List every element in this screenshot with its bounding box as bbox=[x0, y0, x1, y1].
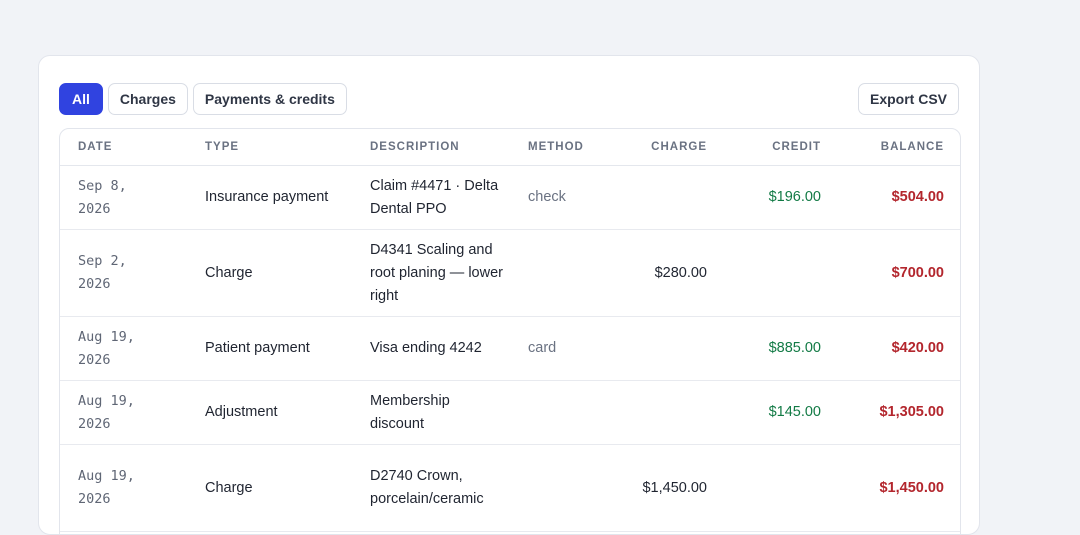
row-balance: $504.00 bbox=[821, 165, 960, 230]
row-description: D4341 Scaling and root planing — lower r… bbox=[370, 229, 528, 317]
table-row[interactable]: Aug 19, 2026 Charge D2740 Crown, porcela… bbox=[60, 444, 960, 532]
row-description: Visa ending 4242 bbox=[370, 316, 528, 381]
row-date: Sep 2, 2026 bbox=[78, 253, 127, 292]
row-method bbox=[528, 229, 623, 317]
row-charge bbox=[623, 316, 707, 381]
row-charge bbox=[623, 380, 707, 445]
row-date: Aug 19, 2026 bbox=[78, 392, 135, 432]
ledger-table-container: DATE TYPE DESCRIPTION METHOD CHARGE CRED… bbox=[59, 128, 961, 534]
row-balance: $1,450.00 bbox=[821, 444, 960, 532]
tab-charges[interactable]: Charges bbox=[107, 83, 188, 115]
table-row[interactable]: Aug 19, 2026 Patient payment Visa ending… bbox=[60, 316, 960, 381]
row-charge: $280.00 bbox=[623, 229, 707, 317]
column-header-type[interactable]: TYPE bbox=[205, 129, 370, 166]
row-charge: $1,450.00 bbox=[623, 444, 707, 532]
row-type: Insurance payment bbox=[205, 165, 370, 230]
row-type: Adjustment bbox=[205, 380, 370, 445]
row-date: Aug 19, 2026 bbox=[78, 328, 135, 368]
row-method: card bbox=[528, 316, 623, 381]
column-header-description[interactable]: DESCRIPTION bbox=[370, 129, 528, 166]
row-type: Patient payment bbox=[205, 316, 370, 381]
export-csv-button[interactable]: Export CSV bbox=[857, 83, 959, 115]
column-header-balance[interactable]: BALANCE bbox=[821, 129, 960, 166]
column-header-charge[interactable]: CHARGE bbox=[623, 129, 707, 166]
row-credit: $145.00 bbox=[707, 380, 821, 445]
ledger-toolbar: All Charges Payments & credits Export CS… bbox=[59, 83, 959, 115]
row-type: Charge bbox=[205, 444, 370, 532]
ledger-table: DATE TYPE DESCRIPTION METHOD CHARGE CRED… bbox=[60, 129, 960, 532]
row-credit bbox=[707, 229, 821, 317]
row-balance: $700.00 bbox=[821, 229, 960, 317]
tab-payments-credits[interactable]: Payments & credits bbox=[192, 83, 347, 115]
table-header-row: DATE TYPE DESCRIPTION METHOD CHARGE CRED… bbox=[60, 129, 960, 166]
table-row[interactable]: Sep 2, 2026 Charge D4341 Scaling and roo… bbox=[60, 229, 960, 317]
row-charge bbox=[623, 165, 707, 230]
row-method: check bbox=[528, 165, 623, 230]
row-balance: $420.00 bbox=[821, 316, 960, 381]
row-description: D2740 Crown, porcelain/ceramic bbox=[370, 444, 528, 532]
row-date: Aug 19, 2026 bbox=[78, 468, 135, 507]
row-method bbox=[528, 380, 623, 445]
row-date: Sep 8, 2026 bbox=[78, 177, 127, 217]
column-header-date[interactable]: DATE bbox=[60, 129, 205, 166]
row-type: Charge bbox=[205, 229, 370, 317]
column-header-credit[interactable]: CREDIT bbox=[707, 129, 821, 166]
table-row[interactable]: Aug 19, 2026 Adjustment Membership disco… bbox=[60, 380, 960, 445]
ledger-card: All Charges Payments & credits Export CS… bbox=[38, 55, 980, 535]
row-description: Membership discount bbox=[370, 380, 528, 445]
tab-all[interactable]: All bbox=[59, 83, 103, 115]
row-credit bbox=[707, 444, 821, 532]
row-description: Claim #4471 · Delta Dental PPO bbox=[370, 165, 528, 230]
row-credit: $196.00 bbox=[707, 165, 821, 230]
row-balance: $1,305.00 bbox=[821, 380, 960, 445]
row-method bbox=[528, 444, 623, 532]
table-row[interactable]: Sep 8, 2026 Insurance payment Claim #447… bbox=[60, 165, 960, 230]
row-credit: $885.00 bbox=[707, 316, 821, 381]
column-header-method[interactable]: METHOD bbox=[528, 129, 623, 166]
